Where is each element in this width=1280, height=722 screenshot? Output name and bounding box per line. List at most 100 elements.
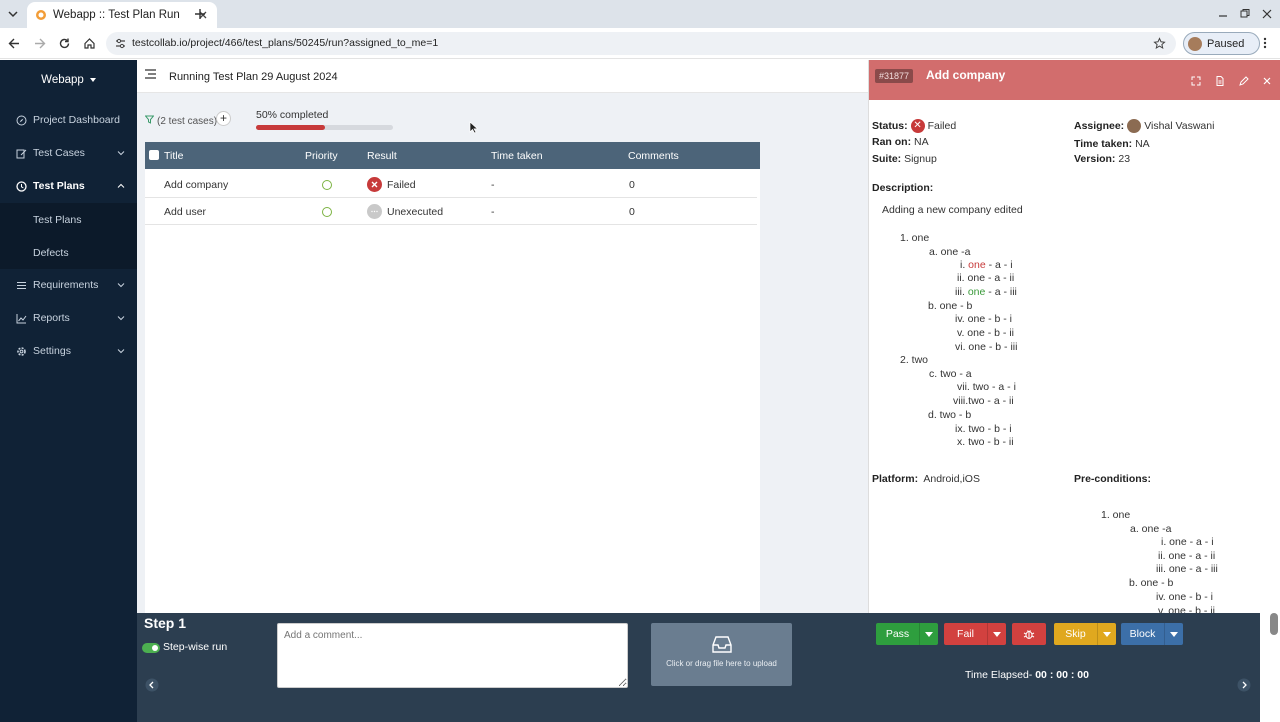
outline-num: ii. <box>957 272 965 284</box>
status-label: Status: <box>872 119 908 132</box>
test-case-count: (2 test cases) <box>157 116 218 127</box>
assignee-value: Vishal Vaswani <box>1144 119 1215 132</box>
outline-text: one <box>967 272 986 284</box>
platform-value: Android,iOS <box>923 473 980 485</box>
pass-dropdown-toggle[interactable] <box>919 623 938 645</box>
document-icon[interactable] <box>1215 76 1225 86</box>
sidebar-item-project-dashboard[interactable]: Project Dashboard <box>0 107 137 133</box>
platform-label: Platform: <box>872 473 919 485</box>
select-all-checkbox[interactable] <box>149 150 159 160</box>
elapsed-value: 00 : 00 : 00 <box>1035 669 1089 681</box>
fail-dropdown-toggle[interactable] <box>987 623 1006 645</box>
skip-dropdown-toggle[interactable] <box>1097 623 1116 645</box>
precondition-item: b. one - b <box>1129 577 1174 589</box>
chevron-down-icon <box>117 316 125 321</box>
site-settings-icon[interactable] <box>114 37 127 50</box>
home-icon[interactable] <box>83 37 96 50</box>
assignee-avatar <box>1127 119 1142 133</box>
failed-icon: ✕ <box>910 119 925 133</box>
table-row[interactable]: Add user Unexecuted - 0 <box>145 198 757 225</box>
priority-normal-icon <box>322 207 332 217</box>
sidebar-subitem-label: Test Plans <box>33 213 82 226</box>
browser-menu-icon[interactable] <box>1259 36 1271 50</box>
chart-icon <box>16 313 27 323</box>
sidebar-item-label: Settings <box>33 345 71 357</box>
edit-icon <box>16 149 27 158</box>
outline-rest: - a - ii <box>985 272 1015 284</box>
table-row[interactable]: Add company Failed - 0 <box>145 171 757 198</box>
panel-scrollbar[interactable] <box>1270 613 1278 635</box>
precondition-item: iii. one - a - iii <box>1156 563 1218 575</box>
block-dropdown-toggle[interactable] <box>1164 623 1183 645</box>
reload-icon[interactable] <box>58 37 71 50</box>
column-time-taken[interactable]: Time taken <box>491 150 543 162</box>
step-number: Step 1 <box>144 615 187 631</box>
row-title[interactable]: Add company <box>164 179 228 191</box>
column-result[interactable]: Result <box>367 150 397 162</box>
sidebar-subitem-defects[interactable]: Defects <box>0 236 137 269</box>
close-window-icon[interactable] <box>1261 8 1273 20</box>
test-case-table: Title Priority Result Time taken Comment… <box>145 142 760 613</box>
priority-normal-icon <box>322 180 332 190</box>
profile-status: Paused <box>1207 37 1245 50</box>
restore-icon[interactable] <box>1239 8 1251 20</box>
workspace-switcher[interactable]: Webapp <box>0 74 137 86</box>
sidebar-subitem-test-plans[interactable]: Test Plans <box>0 203 137 236</box>
outline-num: i. <box>960 259 966 271</box>
back-icon[interactable] <box>8 37 21 50</box>
outline-item: ii. one - a - ii <box>957 272 1014 284</box>
comment-input[interactable] <box>277 623 628 688</box>
row-title[interactable]: Add user <box>164 206 206 218</box>
filter-icon[interactable] <box>145 115 154 124</box>
edit-icon[interactable] <box>1239 76 1249 86</box>
fail-button[interactable]: Fail <box>944 623 1006 645</box>
pass-button[interactable]: Pass <box>876 623 938 645</box>
description-label: Description: <box>872 182 934 194</box>
add-test-case-button[interactable]: + <box>216 111 231 126</box>
close-icon[interactable] <box>1262 76 1272 86</box>
inbox-icon <box>711 636 732 653</box>
previous-step-icon[interactable] <box>145 678 159 692</box>
file-upload-dropzone[interactable]: Click or drag file here to upload <box>651 623 792 686</box>
address-bar: testcollab.io/project/466/test_plans/502… <box>0 28 1280 59</box>
sidebar-item-label: Requirements <box>33 279 99 291</box>
sidebar: Webapp Project Dashboard Test Cases Test… <box>0 60 137 722</box>
mouse-cursor-icon <box>469 121 479 134</box>
sidebar-item-reports[interactable]: Reports <box>0 305 137 331</box>
page-title: Running Test Plan 29 August 2024 <box>169 71 338 83</box>
block-button[interactable]: Block <box>1121 623 1183 645</box>
sidebar-item-test-plans[interactable]: Test Plans <box>0 173 137 199</box>
forward-icon[interactable] <box>33 37 46 50</box>
ran-on-label: Ran on: <box>872 136 912 148</box>
next-step-icon[interactable] <box>1237 678 1251 692</box>
sidebar-item-settings[interactable]: Settings <box>0 338 137 364</box>
profile-button[interactable]: Paused <box>1183 32 1260 55</box>
tab-search-chevron-icon[interactable] <box>6 7 20 21</box>
new-tab-icon[interactable] <box>193 7 207 21</box>
step-run-bar: Step 1 Step-wise run Click or drag file … <box>137 613 1260 722</box>
sidebar-item-test-cases[interactable]: Test Cases <box>0 140 137 166</box>
outline-item: a. one -a <box>929 246 971 258</box>
precondition-item: v. one - b - ii <box>1158 605 1215 613</box>
column-title[interactable]: Title <box>164 150 183 162</box>
expand-icon[interactable] <box>1191 76 1201 86</box>
browser-tab[interactable]: Webapp :: Test Plan Run <box>27 2 217 28</box>
skip-button[interactable]: Skip <box>1054 623 1116 645</box>
precondition-item: ii. one - a - ii <box>1158 550 1216 562</box>
elapsed-label: Time Elapsed- <box>965 669 1036 681</box>
sidebar-subitem-label: Defects <box>33 246 69 259</box>
sidebar-item-requirements[interactable]: Requirements <box>0 272 137 298</box>
column-comments[interactable]: Comments <box>628 150 679 162</box>
time-taken-field: Time taken: NA <box>1074 138 1150 150</box>
column-priority[interactable]: Priority <box>305 150 338 162</box>
menu-toggle-icon[interactable] <box>145 69 156 79</box>
preconditions-heading: Pre-conditions: <box>1074 473 1151 485</box>
stepwise-toggle[interactable] <box>142 643 160 653</box>
report-defect-button[interactable] <box>1012 623 1046 645</box>
minimize-icon[interactable] <box>1217 8 1229 20</box>
url-text: testcollab.io/project/466/test_plans/502… <box>132 37 439 49</box>
suite-label: Suite: <box>872 153 902 165</box>
outline-item: b. one - b <box>928 300 973 312</box>
url-field[interactable]: testcollab.io/project/466/test_plans/502… <box>106 32 1176 55</box>
bookmark-star-icon[interactable] <box>1153 37 1166 50</box>
